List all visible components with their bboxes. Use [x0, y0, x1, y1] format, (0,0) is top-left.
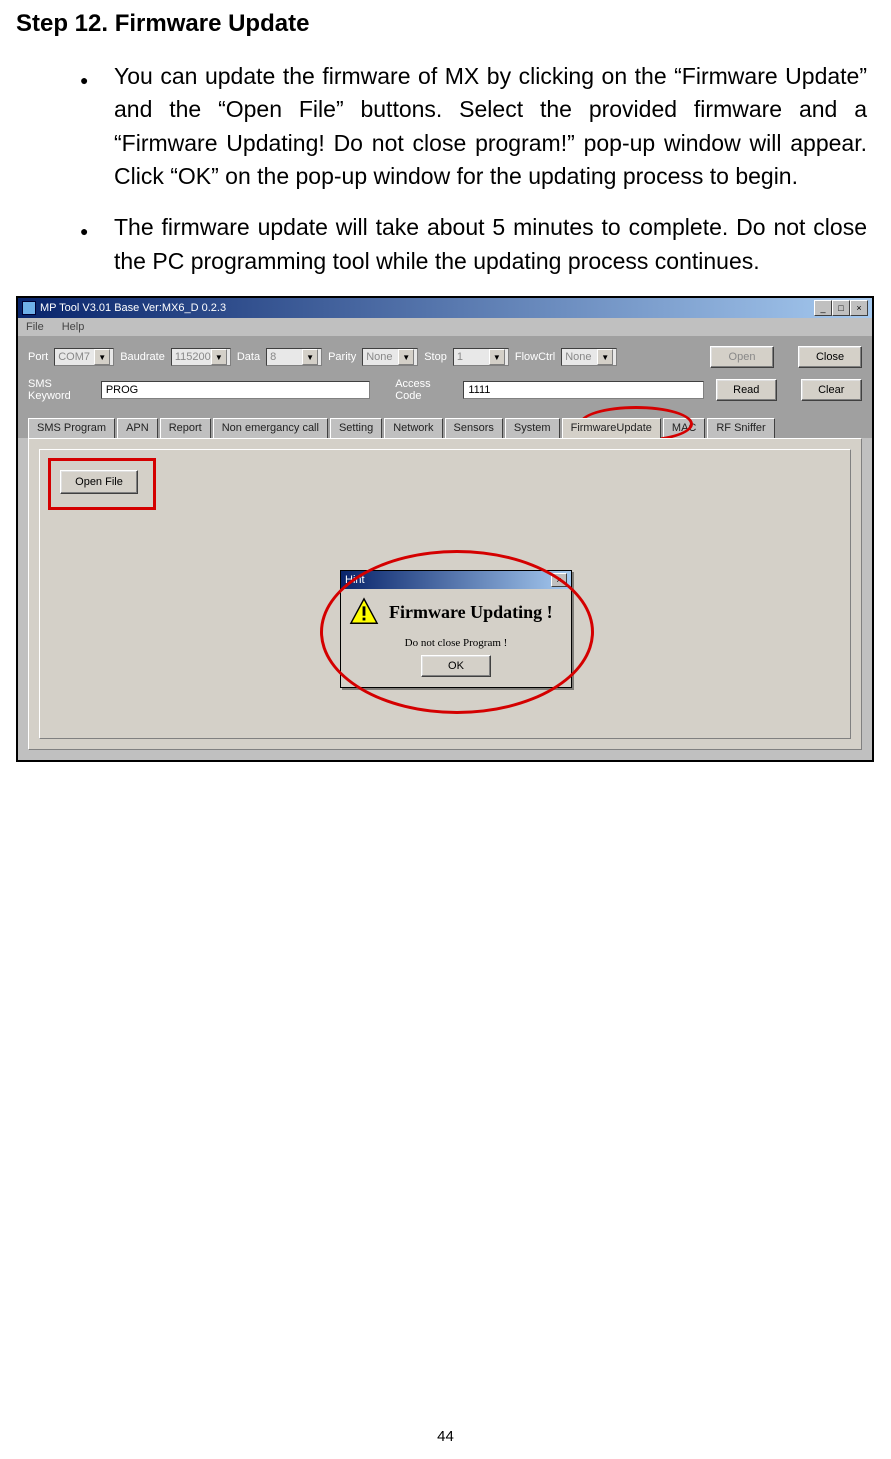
parity-combo[interactable]: None▼ [362, 348, 418, 366]
toolbar: Port COM7▼ Baudrate 115200▼ Data 8▼ Pari… [18, 336, 872, 410]
baud-combo[interactable]: 115200▼ [171, 348, 231, 366]
flow-combo[interactable]: None▼ [561, 348, 617, 366]
tab-apn[interactable]: APN [117, 418, 158, 438]
bullet-text: You can update the firmware of MX by cli… [114, 63, 867, 189]
chevron-down-icon: ▼ [94, 349, 110, 365]
dialog-close-button[interactable]: × [551, 573, 567, 587]
warning-icon [349, 597, 379, 627]
dialog-main-text: Firmware Updating ! [389, 602, 553, 623]
tab-non-emergency-call[interactable]: Non emergancy call [213, 418, 328, 438]
data-label: Data [237, 351, 260, 363]
tab-sms-program[interactable]: SMS Program [28, 418, 115, 438]
close-conn-button[interactable]: Close [798, 346, 862, 368]
app-icon [22, 301, 36, 315]
baud-label: Baudrate [120, 351, 165, 363]
tab-system[interactable]: System [505, 418, 560, 438]
bullet-text: The firmware update will take about 5 mi… [114, 214, 867, 273]
open-file-button[interactable]: Open File [60, 470, 138, 494]
chevron-down-icon: ▼ [302, 349, 318, 365]
port-label: Port [28, 351, 48, 363]
port-combo[interactable]: COM7▼ [54, 348, 114, 366]
bullet-item: ● You can update the firmware of MX by c… [86, 60, 867, 193]
app-window: MP Tool V3.01 Base Ver:MX6_D 0.2.3 _ □ ×… [17, 297, 873, 761]
bullet-item: ● The firmware update will take about 5 … [86, 211, 867, 278]
tab-sensors[interactable]: Sensors [445, 418, 503, 438]
read-button[interactable]: Read [716, 379, 777, 401]
maximize-button[interactable]: □ [832, 300, 850, 316]
open-button[interactable]: Open [710, 346, 774, 368]
chevron-down-icon: ▼ [597, 349, 613, 365]
data-combo[interactable]: 8▼ [266, 348, 322, 366]
tab-rf-sniffer[interactable]: RF Sniffer [707, 418, 774, 438]
clear-button[interactable]: Clear [801, 379, 862, 401]
close-button[interactable]: × [850, 300, 868, 316]
access-label: Access Code [395, 378, 457, 402]
tab-mac[interactable]: MAC [663, 418, 705, 438]
page-number: 44 [0, 1428, 891, 1445]
chevron-down-icon: ▼ [489, 349, 505, 365]
step-title: Step 12. Firmware Update [16, 10, 875, 38]
inner-panel: Open File Hint × [39, 449, 851, 739]
tab-report[interactable]: Report [160, 418, 211, 438]
menu-help[interactable]: Help [62, 321, 85, 333]
screenshot-frame: MP Tool V3.01 Base Ver:MX6_D 0.2.3 _ □ ×… [16, 296, 874, 762]
bullet-list: ● You can update the firmware of MX by c… [16, 60, 875, 278]
sms-keyword-input[interactable]: PROG [101, 381, 370, 399]
dialog-title-text: Hint [345, 574, 365, 586]
menu-file[interactable]: File [26, 321, 44, 333]
tab-network[interactable]: Network [384, 418, 442, 438]
bullet-dot: ● [80, 70, 88, 90]
stop-combo[interactable]: 1▼ [453, 348, 509, 366]
tab-setting[interactable]: Setting [330, 418, 382, 438]
access-code-input[interactable]: 1111 [463, 381, 703, 399]
chevron-down-icon: ▼ [398, 349, 414, 365]
chevron-down-icon: ▼ [211, 349, 227, 365]
bullet-dot: ● [80, 221, 88, 241]
window-title: MP Tool V3.01 Base Ver:MX6_D 0.2.3 [40, 302, 226, 314]
minimize-button[interactable]: _ [814, 300, 832, 316]
stop-label: Stop [424, 351, 447, 363]
dialog-titlebar: Hint × [341, 571, 571, 589]
dialog-ok-button[interactable]: OK [421, 655, 491, 677]
titlebar: MP Tool V3.01 Base Ver:MX6_D 0.2.3 _ □ × [18, 298, 872, 318]
tab-strip: SMS Program APN Report Non emergancy cal… [18, 410, 872, 438]
tab-firmware-update[interactable]: FirmwareUpdate [562, 418, 661, 438]
hint-dialog: Hint × Firmware Updating ! Do not close [340, 570, 572, 688]
parity-label: Parity [328, 351, 356, 363]
menubar: File Help [18, 318, 872, 336]
dialog-sub-text: Do not close Program ! [341, 635, 571, 655]
flow-label: FlowCtrl [515, 351, 555, 363]
firmware-update-pane: Open File Hint × [28, 438, 862, 750]
sms-label: SMS Keyword [28, 378, 95, 402]
